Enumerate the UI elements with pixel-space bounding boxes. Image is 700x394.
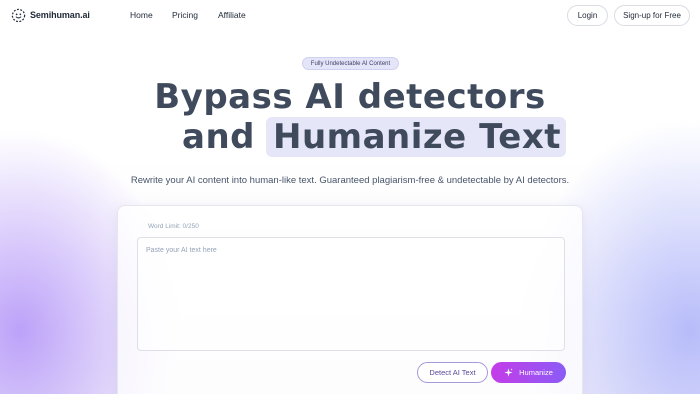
nav-link-home[interactable]: Home bbox=[130, 10, 153, 20]
editor-card: Word Limit: 0/250 Detect AI Text Humaniz… bbox=[117, 205, 583, 394]
headline-line-2: and Humanize Text bbox=[182, 117, 566, 157]
hero-subtitle: Rewrite your AI content into human-like … bbox=[130, 175, 570, 186]
brand-logo[interactable]: Semihuman.ai bbox=[11, 7, 90, 23]
login-button[interactable]: Login bbox=[567, 5, 608, 26]
humanize-label: Humanize bbox=[519, 368, 553, 377]
nav-link-pricing[interactable]: Pricing bbox=[172, 10, 198, 20]
nav-link-affiliate[interactable]: Affiliate bbox=[218, 10, 246, 20]
sparkle-icon bbox=[504, 368, 513, 377]
site-header: Semihuman.ai Home Pricing Affiliate Logi… bbox=[0, 0, 700, 30]
headline-line-1: Bypass AI detectors bbox=[154, 77, 546, 117]
detect-ai-text-button[interactable]: Detect AI Text bbox=[417, 362, 488, 383]
ai-text-input[interactable] bbox=[137, 237, 565, 351]
headline-prefix: and bbox=[182, 117, 255, 157]
headline-highlight: Humanize Text bbox=[266, 117, 566, 157]
humanize-button[interactable]: Humanize bbox=[491, 362, 566, 383]
brand-name: Semihuman.ai bbox=[30, 10, 90, 20]
word-limit-counter: Word Limit: 0/250 bbox=[148, 223, 199, 230]
feature-badge: Fully Undetectable AI Content bbox=[302, 57, 399, 70]
smiley-dashed-icon bbox=[11, 8, 26, 22]
signup-button[interactable]: Sign-up for Free bbox=[614, 5, 690, 26]
